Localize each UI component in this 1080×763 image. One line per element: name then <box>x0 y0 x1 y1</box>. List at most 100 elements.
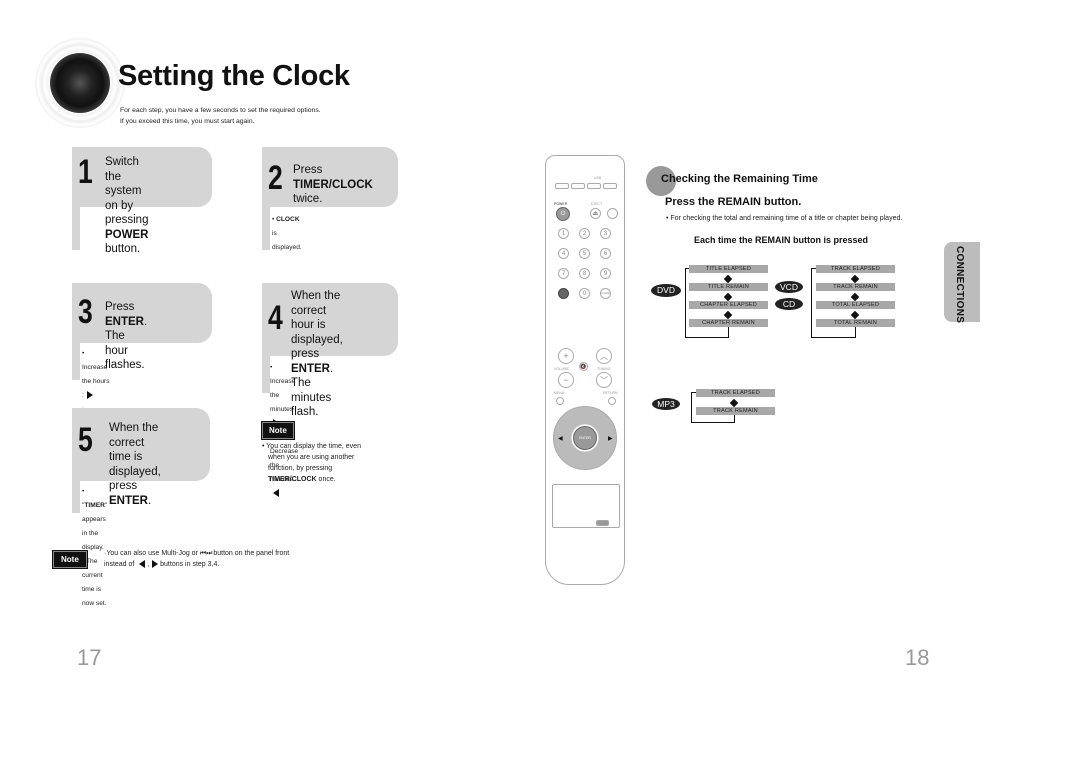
remote-number-button: 2 <box>579 228 590 239</box>
step-text: Press ENTER. The hour flashes. <box>105 301 148 371</box>
arrow-down-icon <box>850 274 860 284</box>
step-text: Press TIMER/CLOCK twice. <box>293 164 373 205</box>
dvd-label: DVD <box>651 284 681 297</box>
remote-btn-usb <box>603 183 617 189</box>
arrow-down-icon <box>850 310 860 320</box>
right-arrow-icon <box>86 391 93 400</box>
power-icon: ⏻ <box>556 207 570 221</box>
remote-number-button: 3 <box>600 228 611 239</box>
remote-number-button: CANCEL <box>600 288 611 299</box>
connections-tab-label: CONNECTIONS <box>954 246 965 324</box>
loop-line <box>685 337 729 338</box>
left-arrow-icon: ◀ <box>558 436 563 442</box>
loop-line <box>691 392 692 423</box>
right-arrow-icon: ▶ <box>608 436 613 442</box>
dvd-step: CHAPTER ELAPSED <box>689 301 768 309</box>
eject-label: EJECT <box>591 202 603 206</box>
loop-line <box>811 268 812 338</box>
tuning-up-icon: ︿ <box>596 348 612 364</box>
cd-label: CD <box>775 298 803 310</box>
remote-number-button: 4 <box>558 248 569 259</box>
mute-icon: 🔇 <box>579 362 588 371</box>
note-text: • You can display the time, even when yo… <box>262 443 361 483</box>
page-number-left: 17 <box>77 645 102 670</box>
timer-clock-button <box>596 520 609 526</box>
step-bullets: • CLOCK is displayed. <box>272 216 302 251</box>
loop-line <box>691 422 735 423</box>
remote-btn-dvd <box>555 183 569 189</box>
loop-line <box>691 392 696 393</box>
step-text: When the correct hour is displayed, pres… <box>291 290 343 418</box>
loop-line <box>685 268 686 338</box>
page-title: Setting the Clock <box>118 60 350 92</box>
tuning-label: TUNING <box>597 367 611 371</box>
loop-line <box>855 327 856 337</box>
arrow-down-icon <box>729 398 739 408</box>
left-arrow-icon <box>273 489 279 498</box>
vcd-step: TOTAL REMAIN <box>816 319 895 327</box>
remote-number-button: 7 <box>558 268 569 279</box>
vcd-label: VCD <box>775 281 803 293</box>
tuner-memory-button <box>607 208 618 219</box>
vcd-step: TRACK REMAIN <box>816 283 895 291</box>
remain-button <box>558 288 569 299</box>
menu-icon <box>556 397 564 405</box>
loop-line <box>811 268 816 269</box>
arrow-down-icon <box>850 292 860 302</box>
loop-line <box>728 327 729 337</box>
section-title: Checking the Remaining Time <box>661 173 818 185</box>
volume-up-icon: + <box>558 348 574 364</box>
step-text: When the correct time is displayed, pres… <box>109 422 161 507</box>
mp3-step: TRACK ELAPSED <box>696 389 775 397</box>
remote-btn-tuner <box>571 183 585 189</box>
vcd-step: TOTAL ELAPSED <box>816 301 895 309</box>
loop-line <box>685 268 689 269</box>
left-arrow-icon <box>139 560 146 569</box>
power-label: POWER <box>554 202 568 206</box>
note-text: ·You can also use Multi-Jog or ⏮ ⏭ butto… <box>104 550 290 569</box>
page-number-right: 18 <box>905 645 930 670</box>
remote-control-illustration: USB POWER ⏻ EJECT ⏏ 1 2 3 4 5 6 7 8 9 0 CANCEL + ︿… <box>545 155 625 585</box>
enter-button: ENTER <box>573 426 597 450</box>
dvd-step: TITLE REMAIN <box>689 283 768 291</box>
step-text: Switch the system on by pressing POWER b… <box>105 156 149 255</box>
remote-number-button: 5 <box>579 248 590 259</box>
eject-icon: ⏏ <box>590 208 601 219</box>
step-number: 4 <box>268 299 283 337</box>
arrow-down-icon <box>723 274 733 284</box>
return-label: RETURN <box>603 391 618 395</box>
instruction: Press the REMAIN button. <box>665 196 802 208</box>
menu-label: MENU <box>554 391 565 395</box>
description: • For checking the total and remaining t… <box>666 215 903 222</box>
loop-line <box>811 337 856 338</box>
arrow-down-icon <box>723 310 733 320</box>
flow-heading: Each time the REMAIN button is pressed <box>694 235 869 245</box>
note-tag: Note <box>261 421 295 440</box>
remote-number-button: 8 <box>579 268 590 279</box>
usb-label: USB <box>594 176 602 180</box>
step-number: 1 <box>78 153 93 191</box>
tuning-down-icon: ﹀ <box>596 372 612 388</box>
step-number: 2 <box>268 159 283 197</box>
skip-buttons-icon: ⏮ ⏭ <box>199 550 213 557</box>
vcd-step: TRACK ELAPSED <box>816 265 895 273</box>
return-icon <box>608 397 616 405</box>
dvd-step: CHAPTER REMAIN <box>689 319 768 327</box>
remote-btn-aux <box>587 183 601 189</box>
page-subtitle: For each step, you have a few seconds to… <box>120 105 321 127</box>
subtitle-line: If you exceed this time, you must start … <box>120 118 255 125</box>
volume-down-icon: − <box>558 372 574 388</box>
remote-number-button: 6 <box>600 248 611 259</box>
subtitle-line: For each step, you have a few seconds to… <box>120 107 321 114</box>
mp3-step: TRACK REMAIN <box>696 407 775 415</box>
connections-tab: CONNECTIONS <box>944 242 980 324</box>
remote-number-button: 1 <box>558 228 569 239</box>
note-tag: Note <box>52 550 88 569</box>
speaker-icon <box>50 53 110 113</box>
mp3-label: MP3 <box>652 398 680 410</box>
step-number: 3 <box>78 293 93 331</box>
loop-line <box>734 415 735 422</box>
arrow-down-icon <box>723 292 733 302</box>
remote-number-button: 0 <box>579 288 590 299</box>
remote-number-button: 9 <box>600 268 611 279</box>
